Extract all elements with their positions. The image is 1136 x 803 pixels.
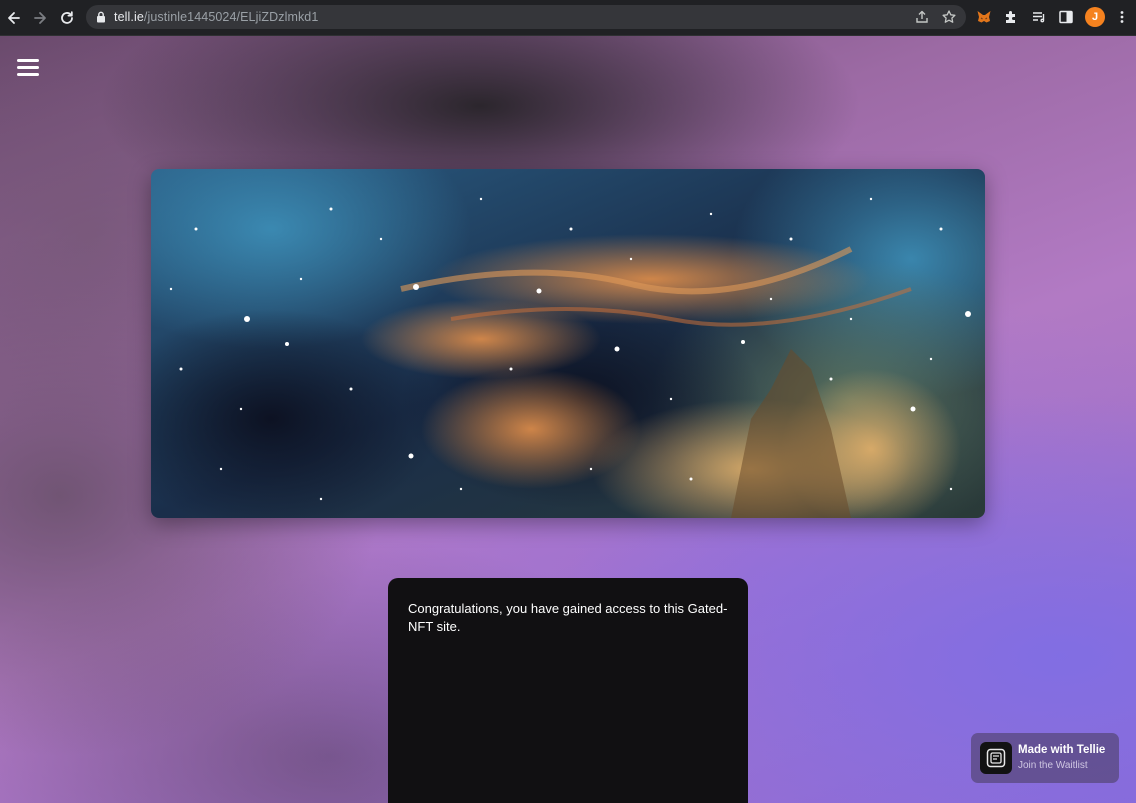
forward-icon bbox=[34, 12, 46, 24]
hamburger-menu-icon[interactable] bbox=[17, 59, 39, 77]
url-text[interactable]: tell.ie/justinle1445024/ELjiZDzlmkd1 bbox=[114, 10, 318, 24]
browser-toolbar: tell.ie/justinle1445024/ELjiZDzlmkd1 J bbox=[0, 0, 1136, 36]
browser-menu-button[interactable] bbox=[1113, 8, 1131, 26]
side-panel-icon bbox=[1059, 10, 1073, 24]
page-background: Congratulations, you have gained access … bbox=[0, 36, 1136, 803]
back-icon bbox=[8, 12, 20, 24]
back-button[interactable] bbox=[4, 8, 24, 28]
side-panel-button[interactable] bbox=[1057, 8, 1075, 26]
reload-icon bbox=[61, 11, 73, 24]
tellie-logo-icon bbox=[980, 742, 1012, 774]
join-waitlist-link[interactable]: Join the Waitlist bbox=[1018, 760, 1088, 771]
message-card: Congratulations, you have gained access … bbox=[388, 578, 748, 803]
nebula-space-image bbox=[151, 169, 985, 518]
metamask-extension-button[interactable] bbox=[975, 8, 993, 26]
extensions-puzzle-icon bbox=[1006, 11, 1015, 23]
forward-button[interactable] bbox=[30, 8, 50, 28]
extensions-button[interactable] bbox=[1002, 8, 1020, 26]
url-path: /justinle1445024/ELjiZDzlmkd1 bbox=[143, 10, 319, 24]
profile-avatar[interactable]: J bbox=[1085, 7, 1105, 27]
bookmark-star-icon[interactable] bbox=[941, 9, 957, 25]
reading-list-button[interactable] bbox=[1030, 8, 1048, 26]
kebab-menu-icon bbox=[1120, 11, 1124, 23]
reload-button[interactable] bbox=[57, 8, 77, 28]
share-icon[interactable] bbox=[914, 9, 930, 25]
made-with-tellie-badge[interactable]: Made with Tellie Join the Waitlist bbox=[971, 733, 1119, 783]
reading-list-icon bbox=[1033, 12, 1045, 23]
url-host: tell.ie bbox=[114, 10, 144, 24]
lock-icon[interactable] bbox=[96, 11, 106, 23]
address-bar[interactable]: tell.ie/justinle1445024/ELjiZDzlmkd1 bbox=[86, 5, 966, 29]
card-message: Congratulations, you have gained access … bbox=[408, 601, 728, 634]
metamask-fox-icon bbox=[977, 11, 991, 23]
badge-title: Made with Tellie bbox=[1018, 744, 1106, 756]
